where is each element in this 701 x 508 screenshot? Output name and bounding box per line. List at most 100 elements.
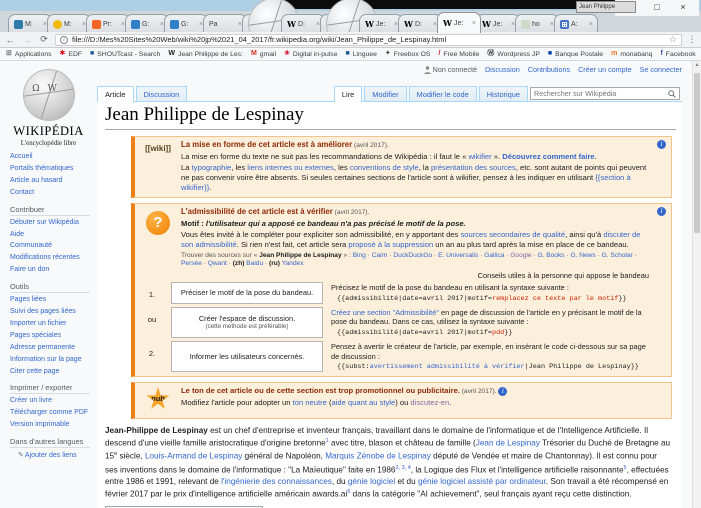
tab-favicon bbox=[92, 20, 101, 29]
info-icon[interactable]: i bbox=[657, 207, 666, 216]
personal-link[interactable]: Se connecter bbox=[640, 65, 682, 74]
sidebar-item[interactable]: Importer un fichier bbox=[10, 320, 92, 329]
sidebar-item[interactable]: Débuter sur Wikipédia bbox=[10, 219, 92, 228]
sidebar-item[interactable]: Pages liées bbox=[10, 296, 92, 305]
bookmark-item[interactable]: ✱ EDF bbox=[60, 50, 82, 58]
bookmark-item[interactable]: Ⓦ Wordpress JP bbox=[487, 50, 540, 58]
browser-tab[interactable]: W Je: × bbox=[476, 14, 520, 33]
sidebar-item[interactable]: Faire un don bbox=[10, 266, 92, 275]
bookmark-favicon: W bbox=[168, 50, 175, 58]
view-tab[interactable]: Historique bbox=[479, 86, 528, 101]
bookmark-item[interactable]: ❀ Digital in-pulse bbox=[284, 50, 337, 58]
bookmark-item[interactable]: ■ Banque Postale bbox=[548, 50, 603, 58]
sidebar-item[interactable]: Communauté bbox=[10, 242, 92, 251]
tab-favicon: W bbox=[482, 20, 491, 29]
browser-tab[interactable]: Pr: × bbox=[86, 14, 130, 33]
search-input[interactable] bbox=[534, 89, 665, 98]
address-bar[interactable]: i file:///D:/Mes%20Sites%20Web/wiki%20jp… bbox=[55, 34, 682, 46]
window-control-button[interactable]: × bbox=[671, 0, 695, 16]
user-icon bbox=[424, 66, 431, 74]
browser-tab[interactable]: G: × bbox=[164, 14, 208, 33]
bookmark-item[interactable]: ■ SHOUTcast - Search bbox=[90, 50, 160, 58]
info-icon[interactable]: i bbox=[498, 387, 507, 396]
bookmark-item[interactable]: / Free Mobile bbox=[438, 50, 479, 58]
tab-favicon: W bbox=[404, 20, 413, 29]
sidebar-item[interactable]: Portails thématiques bbox=[10, 165, 92, 174]
browser-tab[interactable]: SC × bbox=[320, 14, 364, 33]
wiki-code: {{admissibilité|date=avril 2017|motif=pd… bbox=[337, 329, 653, 338]
bookmark-label: Linguee bbox=[353, 51, 377, 58]
search-icon[interactable] bbox=[668, 90, 676, 98]
namespace-tab[interactable]: Article bbox=[97, 86, 134, 102]
sidebar-item[interactable]: Créer un livre bbox=[10, 397, 92, 406]
sidebar-item-ajouter-des-liens[interactable]: ✎Ajouter des liens bbox=[18, 451, 97, 459]
browser-tab[interactable]: W Je: × bbox=[437, 12, 481, 33]
bookmark-label: monabanq bbox=[620, 51, 652, 58]
browser-tab[interactable]: M: × bbox=[242, 14, 286, 33]
bookmark-star-icon[interactable]: ☆ bbox=[669, 34, 677, 45]
bookmark-item[interactable]: ⊞ Applications bbox=[6, 50, 52, 58]
namespace-tab[interactable]: Discussion bbox=[136, 86, 188, 101]
browser-tab[interactable]: M: × bbox=[47, 14, 91, 33]
banner-title-line: Le ton de cet article ou de cette sectio… bbox=[181, 386, 653, 397]
sidebar-item[interactable]: Information sur la page bbox=[10, 356, 92, 365]
sidebar-item[interactable]: Accueil bbox=[10, 153, 92, 162]
sidebar-item[interactable]: Aide bbox=[10, 231, 92, 240]
sidebar-item[interactable]: Article au hasard bbox=[10, 177, 92, 186]
browser-tab[interactable]: Pa × bbox=[203, 14, 247, 33]
bookmark-item[interactable]: ✦ Freebox OS bbox=[385, 50, 431, 58]
browser-tab[interactable]: M: × bbox=[8, 14, 52, 33]
bookmark-favicon: ■ bbox=[548, 50, 552, 58]
banner-steps-table: 1. Préciser le motif de la pose du bande… bbox=[141, 282, 653, 372]
banner-title: La mise en forme de cet article est à am… bbox=[181, 140, 352, 149]
bookmark-label: Facebook bbox=[666, 51, 696, 58]
view-tab[interactable]: Modifier bbox=[364, 86, 406, 101]
sidebar-item[interactable]: Contact bbox=[10, 189, 92, 198]
view-tab[interactable]: Lire bbox=[334, 86, 362, 102]
search-box bbox=[530, 87, 680, 100]
browser-tab[interactable]: ho × bbox=[515, 14, 559, 33]
bookmark-item[interactable]: m monabanq bbox=[611, 50, 652, 58]
sidebar-item[interactable]: Suivi des pages liées bbox=[10, 308, 92, 317]
page-info-icon[interactable]: i bbox=[60, 36, 68, 44]
browser-tab[interactable]: W D: × bbox=[398, 14, 442, 33]
view-tab[interactable]: Modifier le code bbox=[409, 86, 477, 101]
sidebar-item[interactable]: Modifications récentes bbox=[10, 254, 92, 263]
scrollbar-up-arrow[interactable]: ▲ bbox=[693, 61, 701, 70]
personal-link[interactable]: Discussion bbox=[485, 65, 520, 74]
tab-label: Pa bbox=[209, 21, 236, 28]
reload-button[interactable]: ⟳ bbox=[38, 34, 50, 45]
page-scrollbar[interactable]: ▲ bbox=[692, 61, 701, 508]
wikipedia-logo[interactable]: ΩW WIKIPÉDIA L'encyclopédie libre bbox=[0, 69, 97, 147]
banner-text: La typographie, les liens internes ou ex… bbox=[181, 163, 653, 193]
forward-button[interactable]: → bbox=[21, 35, 33, 45]
sidebar-item[interactable]: Télécharger comme PDF bbox=[10, 409, 92, 418]
tab-close-icon[interactable]: × bbox=[589, 21, 593, 28]
browser-tab[interactable]: G: × bbox=[125, 14, 169, 33]
maintenance-banners: i [[wiki]] La mise en forme de cet artic… bbox=[131, 136, 672, 419]
bookmark-item[interactable]: ■ Linguee bbox=[345, 50, 376, 58]
sidebar-item[interactable]: Version imprimable bbox=[10, 421, 92, 430]
scrollbar-thumb[interactable] bbox=[694, 73, 700, 233]
browser-menu-icon[interactable]: ⋮ bbox=[687, 34, 697, 45]
sidebar-item[interactable]: Pages spéciales bbox=[10, 332, 92, 341]
window-control-button[interactable]: □ bbox=[645, 0, 669, 16]
browser-tab[interactable]: ⊞ A: × bbox=[554, 14, 598, 33]
bookmark-item[interactable]: M gmail bbox=[251, 50, 276, 58]
url-text[interactable]: file:///D:/Mes%20Sites%20Web/wiki%20jp%2… bbox=[72, 35, 665, 44]
personal-link[interactable]: Créer un compte bbox=[578, 65, 632, 74]
step-instructions: Précisez le motif de la pose du bandeau … bbox=[331, 282, 653, 303]
personal-link[interactable]: Contributions bbox=[528, 65, 570, 74]
browser-tab[interactable]: W Je: × bbox=[359, 14, 403, 33]
browser-tab[interactable]: W D: × bbox=[281, 14, 325, 33]
bookmark-item[interactable]: f Facebook bbox=[660, 50, 695, 58]
tab-favicon bbox=[14, 20, 23, 29]
tab-label: A: bbox=[571, 21, 587, 28]
bookmark-item[interactable]: W Jean Philippe de Les: bbox=[168, 50, 243, 58]
info-icon[interactable]: i bbox=[657, 140, 666, 149]
tab-close-icon[interactable]: × bbox=[472, 20, 476, 27]
sidebar-item[interactable]: Adresse permanente bbox=[10, 344, 92, 353]
article-content: Jean Philippe de Lespinay i [[wiki]] La … bbox=[97, 102, 682, 508]
sidebar-item[interactable]: Citer cette page bbox=[10, 368, 92, 377]
back-button[interactable]: ← bbox=[4, 35, 16, 45]
